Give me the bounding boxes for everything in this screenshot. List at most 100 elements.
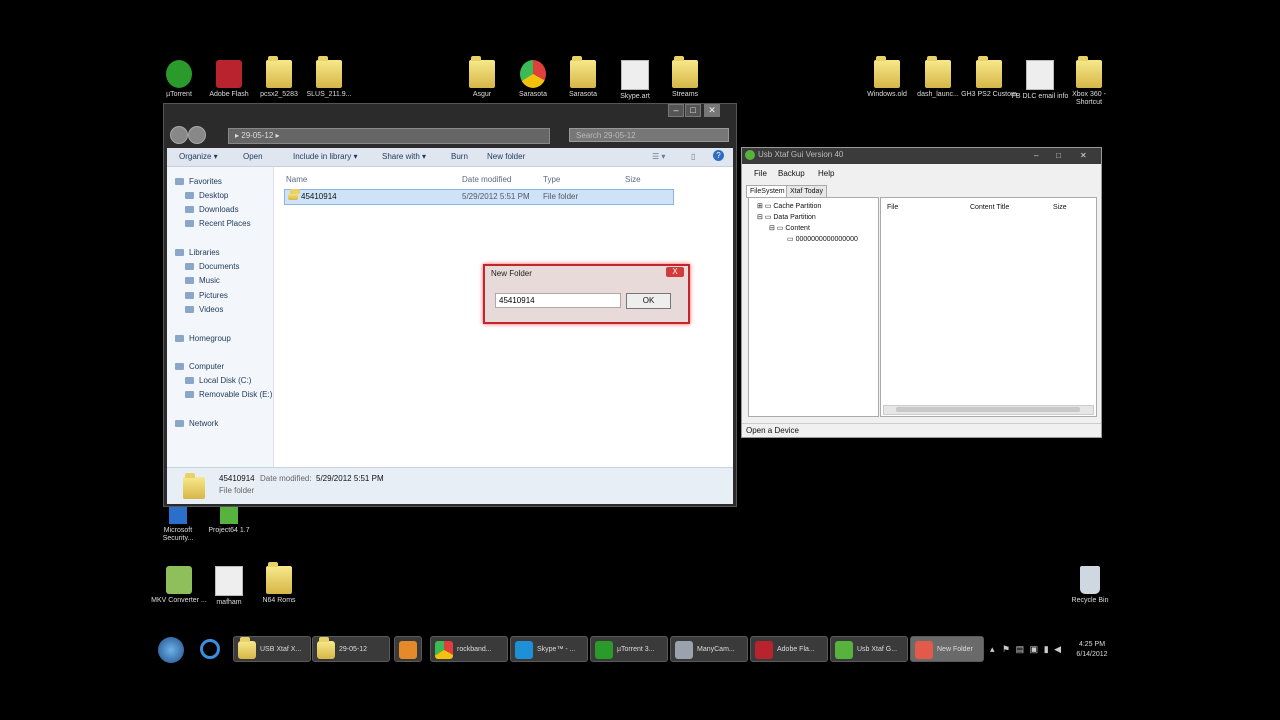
preview-pane-icon[interactable]: ▯ xyxy=(691,152,695,161)
action-center-flag-icon[interactable]: ⚑ xyxy=(1002,644,1010,654)
menu-help[interactable]: Help xyxy=(818,169,834,178)
back-button[interactable] xyxy=(170,126,188,144)
folder-icon xyxy=(316,56,342,88)
internet-explorer-icon[interactable] xyxy=(200,639,220,659)
nav-removable-disk[interactable]: Removable Disk (E:) xyxy=(185,390,272,399)
taskbar-button-media[interactable] xyxy=(394,636,422,662)
new-folder-dialog: New Folder X OK xyxy=(483,264,690,324)
show-hidden-icons-icon[interactable]: ▴ xyxy=(990,644,995,654)
column-date-modified[interactable]: Date modified xyxy=(462,175,511,184)
scrollbar-thumb[interactable] xyxy=(896,407,1080,412)
nav-libraries[interactable]: Libraries xyxy=(175,248,220,257)
nav-videos[interactable]: Videos xyxy=(185,305,223,314)
desktop-icon-n64-roms[interactable]: N64 Roms xyxy=(250,562,308,605)
chrome-icon xyxy=(435,641,453,659)
desktop-icon-sarasota-folder[interactable]: Sarasota xyxy=(554,56,612,99)
minimize-button[interactable]: – xyxy=(1034,149,1038,163)
volume-icon[interactable]: ◀ xyxy=(1054,644,1061,654)
open-button[interactable]: Open xyxy=(243,152,263,161)
nav-favorites[interactable]: Favorites xyxy=(175,177,222,186)
taskbar-label: ManyCam... xyxy=(697,646,735,653)
desktop-icon-windows-old[interactable]: Windows.old xyxy=(858,56,916,99)
desktop-icon-gh3[interactable]: GH3 PS2 Custom xyxy=(960,56,1018,99)
icon-label: Project64 1.7 xyxy=(208,527,250,534)
help-icon[interactable]: ? xyxy=(713,150,724,161)
column-size[interactable]: Size xyxy=(1053,204,1067,211)
ok-button[interactable]: OK xyxy=(626,293,671,309)
search-input[interactable]: Search 29-05-12 xyxy=(569,128,729,142)
share-with-button[interactable]: Share with ▾ xyxy=(382,152,426,161)
taskbar-button-new-folder[interactable]: New Folder xyxy=(910,636,984,662)
column-size[interactable]: Size xyxy=(625,175,641,184)
close-button[interactable]: ✕ xyxy=(1080,149,1087,163)
table-row[interactable]: 45410914 5/29/2012 5:51 PM File folder xyxy=(284,189,674,205)
column-file[interactable]: File xyxy=(887,204,898,211)
nav-desktop[interactable]: Desktop xyxy=(185,191,228,200)
nav-downloads[interactable]: Downloads xyxy=(185,205,239,214)
address-bar[interactable]: ▸ 29-05-12 ▸ xyxy=(228,128,550,144)
details-date: 5/29/2012 5:51 PM xyxy=(316,474,384,483)
tree-node-content[interactable]: ⊟ ▭ Content xyxy=(769,224,810,232)
views-icon[interactable]: ☰ ▾ xyxy=(652,152,665,161)
xtaf-title-bar: Usb Xtaf Gui Version 40 – □ ✕ xyxy=(742,148,1101,164)
tree-node-data-partition[interactable]: ⊟ ▭ Data Partition xyxy=(757,213,816,221)
taskbar-button-utorrent[interactable]: µTorrent 3... xyxy=(590,636,668,662)
utorrent-icon xyxy=(166,60,192,88)
desktop-icon-streams[interactable]: Streams xyxy=(656,56,714,99)
new-folder-button[interactable]: New folder xyxy=(487,152,525,161)
minimize-button[interactable]: – xyxy=(668,104,684,117)
nav-homegroup[interactable]: Homegroup xyxy=(175,334,231,343)
recycle-bin-icon xyxy=(1080,566,1100,594)
horizontal-scrollbar[interactable] xyxy=(883,405,1094,415)
column-name[interactable]: Name xyxy=(286,175,307,184)
start-button[interactable] xyxy=(158,637,184,663)
desktop-icon-asgur[interactable]: Asgur xyxy=(453,56,511,99)
tree-node-cache-partition[interactable]: ⊞ ▭ Cache Partition xyxy=(757,202,821,210)
desktop-icon-xbox360[interactable]: Xbox 360 - Shortcut xyxy=(1060,56,1118,107)
nav-documents[interactable]: Documents xyxy=(185,262,239,271)
maximize-button[interactable]: □ xyxy=(685,104,701,117)
column-content-title[interactable]: Content Title xyxy=(970,204,1009,211)
include-in-library-button[interactable]: Include in library ▾ xyxy=(293,152,358,161)
taskbar-button-usb-xtaf-folder[interactable]: USB Xtaf X... xyxy=(233,636,311,662)
nav-pictures[interactable]: Pictures xyxy=(185,291,228,300)
taskbar-button-adobe-flash[interactable]: Adobe Fla... xyxy=(750,636,828,662)
nav-network[interactable]: Network xyxy=(175,419,218,428)
dialog-close-button[interactable]: X xyxy=(666,267,684,277)
search-placeholder: Search 29-05-12 xyxy=(576,131,636,140)
forward-button[interactable] xyxy=(188,126,206,144)
taskbar-button-29-05-12[interactable]: 29-05-12 xyxy=(312,636,390,662)
maximize-button[interactable]: □ xyxy=(1056,149,1061,163)
signal-icon[interactable]: ▮ xyxy=(1044,644,1049,654)
chrome-icon xyxy=(520,60,546,88)
nav-local-disk[interactable]: Local Disk (C:) xyxy=(185,376,251,385)
nav-music[interactable]: Music xyxy=(185,276,220,285)
icon-label: Microsoft Security... xyxy=(162,527,194,542)
clock[interactable]: 4:25 PM 6/14/2012 xyxy=(1070,640,1114,660)
menu-file[interactable]: File xyxy=(754,169,767,178)
tree-node-profile[interactable]: ▭ 0000000000000000 xyxy=(787,235,858,243)
column-type[interactable]: Type xyxy=(543,175,560,184)
clock-time: 4:25 PM xyxy=(1078,641,1106,648)
menu-backup[interactable]: Backup xyxy=(778,169,805,178)
close-button[interactable]: ✕ xyxy=(704,104,720,117)
network-icon[interactable]: ▤ xyxy=(1016,644,1025,654)
taskbar-button-manycam[interactable]: ManyCam... xyxy=(670,636,748,662)
partition-tree: ⊞ ▭ Cache Partition ⊟ ▭ Data Partition ⊟… xyxy=(748,197,879,417)
burn-button[interactable]: Burn xyxy=(451,152,468,161)
desktop-icon-microsoft-security[interactable]: Microsoft Security... xyxy=(149,506,207,543)
desktop-icon-recycle-bin[interactable]: Recycle Bin xyxy=(1061,566,1119,605)
desktop-icon-project64[interactable]: Project64 1.7 xyxy=(200,506,258,535)
folder-name-input[interactable] xyxy=(495,293,621,308)
taskbar-button-usb-xtaf-gui[interactable]: Usb Xtaf G... xyxy=(830,636,908,662)
usb-device-icon[interactable]: ▣ xyxy=(1030,644,1039,654)
organize-button[interactable]: Organize ▾ xyxy=(179,152,218,161)
desktop-icon-dash-launch[interactable]: dash_launc... xyxy=(909,56,967,99)
taskbar-button-chrome[interactable]: rockband... xyxy=(430,636,508,662)
desktop-icon-slus[interactable]: SLUS_211.9... xyxy=(300,56,358,99)
nav-computer[interactable]: Computer xyxy=(175,362,224,371)
nav-recent-places[interactable]: Recent Places xyxy=(185,219,251,228)
taskbar-button-skype[interactable]: Skype™ - ... xyxy=(510,636,588,662)
taskbar-label: µTorrent 3... xyxy=(617,646,655,653)
icon-label: Asgur xyxy=(472,91,492,98)
